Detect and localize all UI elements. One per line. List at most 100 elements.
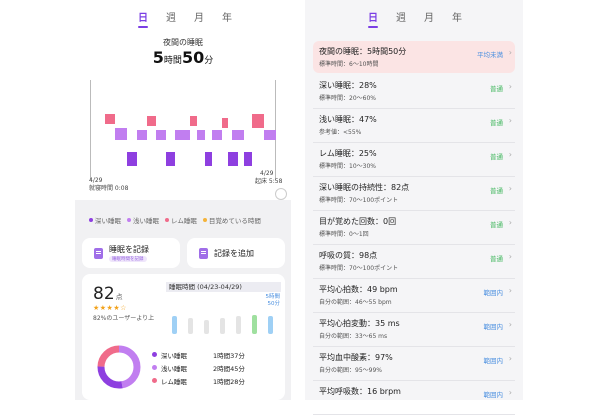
legend-awake: 目覚めている時間 [202,215,261,225]
stage-row-light: 浅い睡眠 2時間45分 [152,361,272,374]
metric-title: レム睡眠：25% [319,149,377,158]
chevron-right-icon: › [508,286,512,295]
stage-light-dot [152,365,157,370]
metric-title: 目が覚めた回数：0回 [319,217,397,226]
chevron-right-icon: › [508,388,512,397]
chevron-right-icon: › [508,354,512,363]
chart-start-date: 4/29 [89,177,103,184]
sleep-score-card[interactable]: 82点 ★★★★☆ 82%のユーザーより上 睡眠時間 (04/23-04/29)… [82,274,285,400]
legend-light-dot [127,218,131,222]
tab-month[interactable]: 月 [424,9,434,24]
duration-note: 5時間 50分 [265,294,281,307]
metric-status: 平均未満 [477,51,503,59]
sleep-stage-segments [105,114,276,166]
metric-reference: 標準時間：70～100ポイント [319,197,399,204]
metric-status: 普通 [490,119,503,127]
metric-status: 範囲内 [483,289,504,297]
metric-row[interactable]: 平均心拍数：49 bpm 自分の範囲：46～55 bpm 範囲内 › [313,279,515,311]
metric-status: 範囲内 [483,357,504,365]
metric-status: 範囲内 [483,391,504,399]
metric-row[interactable]: 呼吸の質：98点標準時間：70～100ポイント 普通 › [313,245,515,277]
night-sleep-value: 5時間50分 [152,48,214,67]
metric-reference: 標準時間：6～10時間 [319,61,379,68]
record-sleep-label: 睡眠を記録 [109,245,149,254]
sleep-metrics-panel: 夜間の睡眠：5時間50分 標準時間：6～10時間 平均未満 › 深い睡眠：28% 標準時間… [305,0,523,415]
legend-rem-dot [165,218,169,222]
scroll-handle[interactable] [275,188,287,200]
chart-bedtime: 就寝時間 0:08 [89,185,129,192]
weekly-duration-chart[interactable]: 睡眠時間 (04/23-04/29) 5時間 50分 [166,282,281,340]
metric-status: 普通 [490,255,503,263]
add-record-label: 記録を追加 [214,248,254,258]
metric-status: 範囲内 [483,323,504,331]
metric-status: 普通 [490,187,503,195]
score-stars-icon: ★★★★☆ [93,304,127,312]
record-sleep-badge: 睡眠時間を記録 [109,256,147,262]
chart-wake-time: 起床 5:58 [255,178,283,185]
chevron-right-icon: › [508,116,512,125]
metric-reference: 自分の範囲：95～99% [319,367,382,374]
sleep-stage-chart[interactable] [87,100,287,180]
sleep-overview-panel: 夜間の睡眠 5時間50分 4/29 就寝時間 0:08 4/29 起床 5:58… [75,0,291,400]
legend-deep: 深い睡眠 [89,215,121,225]
chevron-right-icon: › [508,184,512,193]
duration-bar [220,318,225,334]
metric-reference: 自分の範囲：33～65 ms [319,333,388,340]
metric-title: 浅い睡眠：47% [319,115,377,124]
metric-status: 普通 [490,153,503,161]
sleep-score: 82点 [93,284,123,304]
sleep-log-icon [94,247,103,259]
duration-bar [268,316,273,334]
night-sleep-label: 夜間の睡眠 [163,38,203,47]
metric-title: 深い睡眠の持続性：82点 [319,183,410,192]
metric-status: 普通 [490,221,503,229]
metric-status: 普通 [490,85,503,93]
metric-reference: 標準時間：20～60% [319,95,376,102]
duration-bar [236,316,241,334]
tab-week[interactable]: 週 [396,9,406,24]
score-percentile: 82%のユーザーより上 [93,315,155,322]
metric-row[interactable]: 深い睡眠：28% 標準時間：20～60% 普通 › [313,75,515,107]
chart-end-date: 4/29 [260,170,274,177]
chevron-right-icon: › [508,48,512,57]
legend-awake-dot [202,218,207,222]
metric-row[interactable]: 目が覚めた回数：0回 標準時間：0～1回 普通 › [313,211,515,243]
record-sleep-button[interactable]: 睡眠を記録 睡眠時間を記録 [82,238,180,268]
duration-bar [252,315,257,334]
metric-reference: 標準時間：10～30% [319,163,376,170]
metric-title: 呼吸の質：98点 [319,251,378,260]
metric-reference: 参考値：<55% [319,129,362,136]
stage-row-rem: レム睡眠 1時間28分 [152,374,272,387]
chevron-right-icon: › [508,82,512,91]
legend-deep-dot [89,218,93,222]
metric-reference: 標準時間：70～100ポイント [319,265,399,272]
stage-list: 深い睡眠 1時間37分 浅い睡眠 2時間45分 レム睡眠 1時間28分 [152,348,272,387]
stage-deep-dot [152,352,157,357]
legend-rem: レム睡眠 [165,215,197,225]
duration-bar [204,320,209,334]
add-record-button[interactable]: 記録を追加 [187,238,285,268]
tab-year[interactable]: 年 [452,9,462,24]
metric-row[interactable]: 夜間の睡眠：5時間50分 標準時間：6～10時間 平均未満 › [313,41,515,73]
chevron-right-icon: › [508,252,512,261]
duration-title: 睡眠時間 (04/23-04/29) [166,282,281,292]
duration-bar [172,316,177,334]
tab-day[interactable]: 日 [368,9,378,24]
metric-reference: 標準時間：0～1回 [319,231,369,238]
stage-rem-dot [152,378,157,383]
metric-row[interactable]: 浅い睡眠：47% 参考値：<55% 普通 › [313,109,515,141]
metric-row[interactable]: 平均血中酸素：97% 自分の範囲：95～99% 範囲内 › [313,347,515,379]
stage-row-deep: 深い睡眠 1時間37分 [152,348,272,361]
metric-row[interactable]: 平均呼吸数：16 brpm 範囲内 › [313,381,515,413]
metric-row[interactable]: 平均心拍変動：35 ms 自分の範囲：33～65 ms 範囲内 › [313,313,515,345]
stage-donut-chart [97,345,141,389]
metric-row[interactable]: レム睡眠：25% 標準時間：10～30% 普通 › [313,143,515,175]
legend-light: 浅い睡眠 [127,215,159,225]
period-tabs-right: 日 週 月 年 [368,9,462,24]
metric-reference: 自分の範囲：46～55 bpm [319,299,392,306]
metric-row[interactable]: 深い睡眠の持続性：82点 標準時間：70～100ポイント 普通 › [313,177,515,209]
chart-legend: 深い睡眠 浅い睡眠 レム睡眠 目覚めている時間 [89,215,261,225]
chevron-right-icon: › [508,218,512,227]
chevron-right-icon: › [508,320,512,329]
duration-bar [188,318,193,334]
